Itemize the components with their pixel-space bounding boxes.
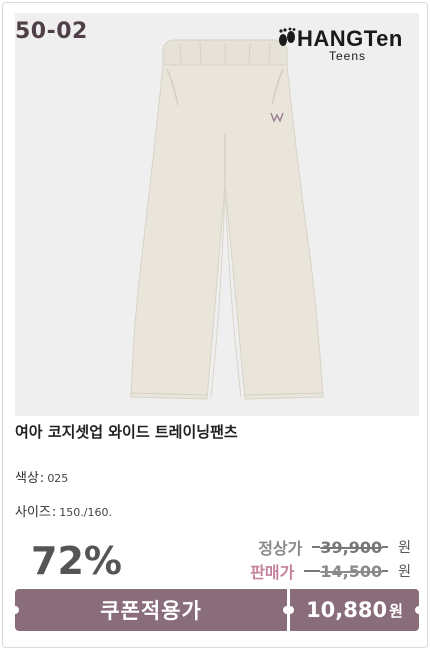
ticket-notch xyxy=(415,606,423,614)
size-value: 150./160. xyxy=(59,506,112,519)
sale-price-value: 14,500 xyxy=(320,561,383,581)
brand-logo: HANGTen Teens xyxy=(277,21,407,65)
footprints-icon xyxy=(279,27,296,46)
ticket-notch xyxy=(11,606,19,614)
strike-tail xyxy=(382,570,389,572)
size-label: 사이즈 xyxy=(15,505,51,520)
regular-price-value: 39,900 xyxy=(320,537,383,557)
brand-subline: Teens xyxy=(329,49,367,63)
pants-image xyxy=(130,39,324,400)
regular-price-label: 정상가 xyxy=(258,539,303,558)
sale-price-row: 판매가 14,500 원 xyxy=(250,559,411,583)
product-image[interactable]: 50-02 HANGTen Teens xyxy=(15,13,419,416)
sale-price-label: 판매가 xyxy=(250,563,295,582)
size-colon: : xyxy=(51,505,57,520)
product-code: 50-02 xyxy=(15,19,88,44)
product-title[interactable]: 여아 코지셋업 와이드 트레이닝팬츠 xyxy=(15,421,238,442)
color-colon: : xyxy=(39,471,45,486)
strike-lead xyxy=(312,546,321,548)
final-price-value: 10,880 xyxy=(306,598,388,622)
final-price-button[interactable]: 10,880 원 xyxy=(290,589,419,631)
coupon-price-label: 쿠폰적용가 xyxy=(100,599,202,623)
color-option: 색상 : 025 xyxy=(15,467,68,486)
final-price-unit: 원 xyxy=(389,601,403,620)
sale-price-unit: 원 xyxy=(398,564,411,580)
size-option: 사이즈 : 150./160. xyxy=(15,501,112,520)
color-label: 색상 xyxy=(15,471,39,486)
coupon-price-button[interactable]: 쿠폰적용가 xyxy=(15,589,287,631)
regular-price-row: 정상가 39,900 원 xyxy=(258,535,411,559)
strike-lead xyxy=(304,570,321,572)
discount-rate: 72% xyxy=(31,539,122,583)
regular-price-unit: 원 xyxy=(398,540,411,556)
strike-tail xyxy=(382,546,389,548)
product-card[interactable]: 50-02 HANGTen Teens 여아 코지셋업 와이드 트레이닝팬츠 색… xyxy=(2,2,428,648)
ticket-notch xyxy=(286,606,294,614)
color-value: 025 xyxy=(47,472,69,485)
